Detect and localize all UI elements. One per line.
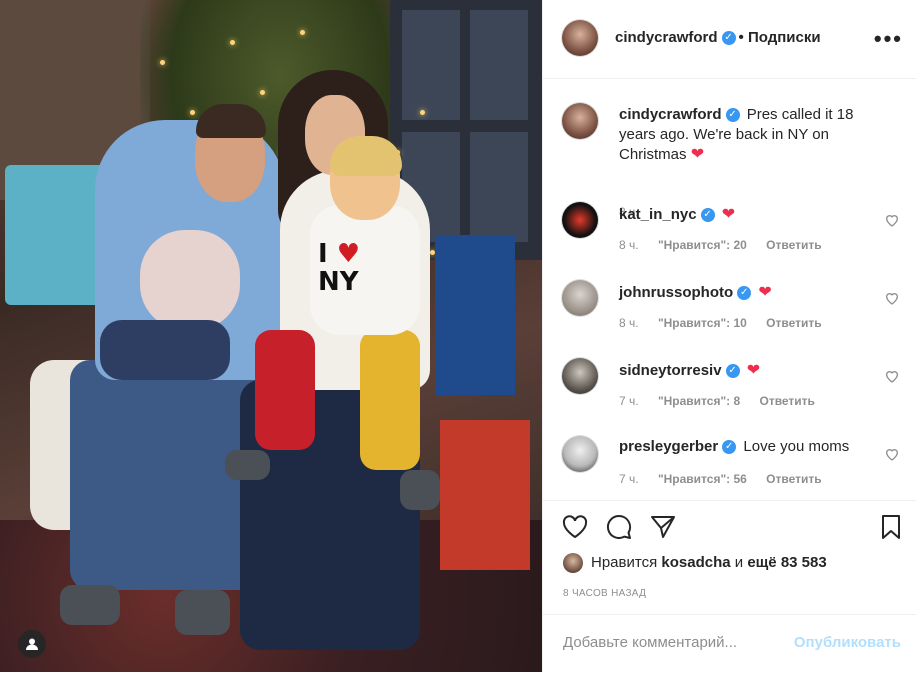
- photo-person: [100, 320, 230, 380]
- comment-time[interactable]: 8 ч.: [619, 316, 639, 330]
- comment-meta: 8 ч. "Нравится": 10 Ответить: [619, 316, 838, 330]
- like-comment-icon[interactable]: [884, 368, 900, 384]
- caption-text: cindycrawford ✓ Pres called it 18 years a…: [619, 105, 889, 165]
- comment-username[interactable]: kat_in_nyc: [619, 206, 697, 223]
- caption-avatar[interactable]: [562, 103, 598, 139]
- comment-username[interactable]: presleygerber: [619, 438, 718, 455]
- commenter-avatar[interactable]: [562, 202, 598, 238]
- comment-item: sidneytorresiv ✓ ❤ 7 ч. "Нравится": 8 Отв…: [562, 356, 902, 428]
- photo-shirt-print: I ♥ NY: [318, 239, 361, 297]
- comment-line: kat_in_nyc ✓ ❤: [619, 204, 735, 224]
- post-header: cindycrawford ✓ • Подписки •••: [543, 0, 916, 79]
- comment-item: presleygerber ✓ Love you moms 7 ч. "Нрави…: [562, 434, 902, 499]
- more-options-icon[interactable]: •••: [874, 26, 903, 52]
- comment-time[interactable]: 8 ч.: [619, 238, 639, 252]
- post-side-panel: cindycrawford ✓ • Подписки ••• cindycrawfo…: [542, 0, 916, 672]
- comment-meta: 7 ч. "Нравится": 8 Ответить: [619, 394, 831, 408]
- comments-list[interactable]: cindycrawford ✓ Pres called it 18 years a…: [543, 79, 916, 499]
- comment-item: johnrussophoto ✓ ❤ 8 ч. "Нравится": 10 От…: [562, 278, 902, 350]
- verified-icon: ✓: [700, 208, 715, 223]
- reply-button[interactable]: Ответить: [766, 472, 821, 486]
- comment-meta: 8 ч. "Нравится": 20 Ответить: [619, 238, 838, 252]
- photo-person: [330, 136, 402, 176]
- comment-line: presleygerber ✓ Love you moms: [619, 438, 849, 455]
- comment-time[interactable]: 7 ч.: [619, 472, 639, 486]
- comment-text: Love you moms: [743, 438, 850, 455]
- photo-person: [255, 330, 315, 450]
- likes-conjunction: и: [734, 553, 744, 571]
- reply-button[interactable]: Ответить: [759, 394, 814, 408]
- follow-status[interactable]: • Подписки: [739, 29, 821, 46]
- comment-likes[interactable]: "Нравится": 20: [658, 238, 747, 252]
- comment-input[interactable]: Добавьте комментарий...: [563, 634, 783, 651]
- liker-username[interactable]: kosadcha: [661, 554, 730, 571]
- like-comment-icon[interactable]: [884, 290, 900, 306]
- comment-time[interactable]: 7 ч.: [619, 394, 639, 408]
- heart-emoji: ❤: [721, 206, 736, 223]
- likes-summary[interactable]: Нравится kosadcha и ещё 83 583: [563, 553, 827, 573]
- comment-likes[interactable]: "Нравится": 10: [658, 316, 747, 330]
- heart-emoji: ❤: [746, 362, 761, 379]
- photo-toy-box: [435, 235, 515, 395]
- author-avatar[interactable]: [562, 20, 598, 56]
- bookmark-icon[interactable]: [877, 513, 905, 541]
- commenter-avatar[interactable]: [562, 280, 598, 316]
- like-icon[interactable]: [561, 513, 589, 541]
- post-actions: Нравится kosadcha и ещё 83 583 8 ЧАСОВ Н…: [543, 500, 916, 673]
- photo-person: [140, 230, 240, 330]
- comment-username[interactable]: johnrussophoto: [619, 284, 733, 301]
- verified-icon: ✓: [725, 364, 740, 379]
- likes-count[interactable]: ещё 83 583: [747, 554, 826, 571]
- likes-prefix: Нравится: [591, 553, 658, 571]
- verified-icon: ✓: [725, 108, 740, 123]
- post-photo[interactable]: I ♥ NY: [0, 0, 542, 672]
- comment-item: kat_in_nyc ✓ ❤ 8 ч. "Нравится": 20 Ответи…: [562, 200, 902, 272]
- photo-person: [196, 104, 266, 138]
- author-row: cindycrawford ✓ • Подписки: [615, 29, 821, 46]
- comment-username[interactable]: sidneytorresiv: [619, 362, 722, 379]
- heart-emoji: ❤: [690, 146, 705, 163]
- reply-button[interactable]: Ответить: [766, 316, 821, 330]
- verified-icon: ✓: [722, 440, 737, 455]
- heart-emoji: ❤: [758, 284, 772, 301]
- verified-icon: ✓: [737, 286, 752, 301]
- like-comment-icon[interactable]: [884, 212, 900, 228]
- post-timestamp[interactable]: 8 ЧАСОВ НАЗАД: [563, 588, 646, 599]
- liker-avatar: [563, 553, 583, 573]
- tagged-user-icon[interactable]: [18, 630, 46, 658]
- comment-line: sidneytorresiv ✓ ❤: [619, 360, 760, 380]
- commenter-avatar[interactable]: [562, 436, 598, 472]
- reply-button[interactable]: Ответить: [766, 238, 821, 252]
- add-comment-bar: Добавьте комментарий... Опубликовать: [543, 614, 916, 674]
- photo-toy-box: [440, 420, 530, 570]
- comment-likes[interactable]: "Нравится": 8: [658, 394, 740, 408]
- photo-person: [360, 330, 420, 470]
- publish-comment-button[interactable]: Опубликовать: [794, 634, 901, 651]
- comment-line: johnrussophoto ✓ ❤: [619, 282, 772, 302]
- caption-username[interactable]: cindycrawford: [619, 106, 722, 123]
- like-comment-icon[interactable]: [884, 446, 900, 462]
- comment-meta: 7 ч. "Нравится": 56 Ответить: [619, 472, 838, 486]
- verified-icon: ✓: [721, 31, 736, 46]
- share-icon[interactable]: [649, 513, 677, 541]
- comment-likes[interactable]: "Нравится": 56: [658, 472, 747, 486]
- comment-icon[interactable]: [605, 513, 633, 541]
- commenter-avatar[interactable]: [562, 358, 598, 394]
- author-username[interactable]: cindycrawford: [615, 29, 718, 46]
